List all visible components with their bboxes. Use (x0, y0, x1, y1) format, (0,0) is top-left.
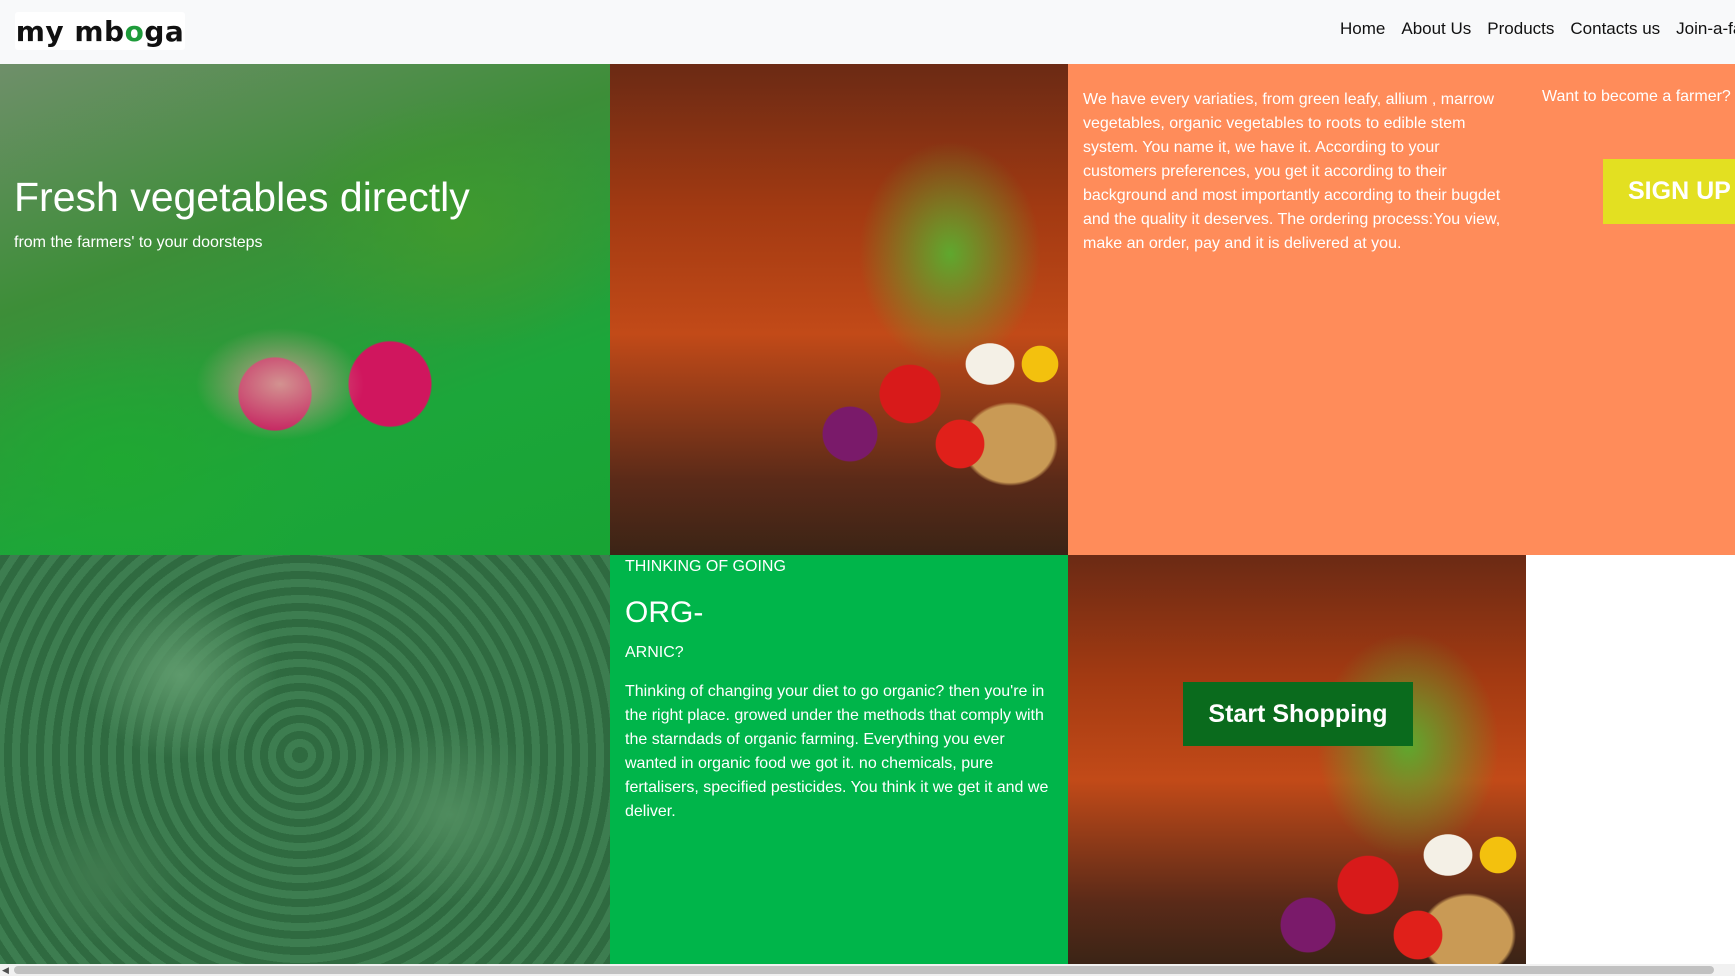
hero-radish-panel: Fresh vegetables directly from the farme… (0, 64, 610, 555)
horizontal-scrollbar[interactable]: ◀ (0, 964, 1735, 976)
kale-image (0, 555, 610, 964)
navbar: my mboga Home About Us Products Contacts… (0, 0, 1735, 64)
sign-up-button[interactable]: SIGN UP (1603, 159, 1735, 224)
become-farmer-question: Want to become a farmer? (1542, 88, 1731, 105)
hero-title: Fresh vegetables directly (14, 174, 470, 220)
shop-panel: Start Shopping (1068, 555, 1526, 964)
nav-join-a-farm[interactable]: Join-a-farm (1676, 18, 1735, 40)
main-nav: Home About Us Products Contacts us Join-… (1340, 18, 1735, 40)
nav-home[interactable]: Home (1340, 18, 1385, 40)
organic-heading: ORG- (625, 596, 704, 629)
hero-subtitle: from the farmers' to your doorsteps (14, 234, 263, 251)
info-text: We have every variaties, from green leaf… (1083, 91, 1501, 252)
site-logo[interactable]: my mboga (15, 12, 185, 50)
nav-about-us[interactable]: About Us (1401, 18, 1471, 40)
organic-panel: THINKING OF GOING ORG- ARNIC? Thinking o… (610, 555, 1068, 964)
start-shopping-button[interactable]: Start Shopping (1183, 682, 1413, 746)
scrollbar-thumb[interactable] (14, 966, 1714, 974)
logo-wordmark: my mboga (15, 14, 185, 48)
organic-body: Thinking of changing your diet to go org… (625, 683, 1049, 820)
vegetable-basket-image (610, 64, 1068, 555)
organic-kicker: THINKING OF GOING (625, 558, 786, 575)
info-panel: We have every variaties, from green leaf… (1068, 64, 1735, 555)
scroll-left-icon[interactable]: ◀ (2, 964, 12, 976)
nav-products[interactable]: Products (1487, 18, 1554, 40)
nav-contacts-us[interactable]: Contacts us (1570, 18, 1660, 40)
organic-heading-tail: ARNIC? (625, 644, 684, 661)
